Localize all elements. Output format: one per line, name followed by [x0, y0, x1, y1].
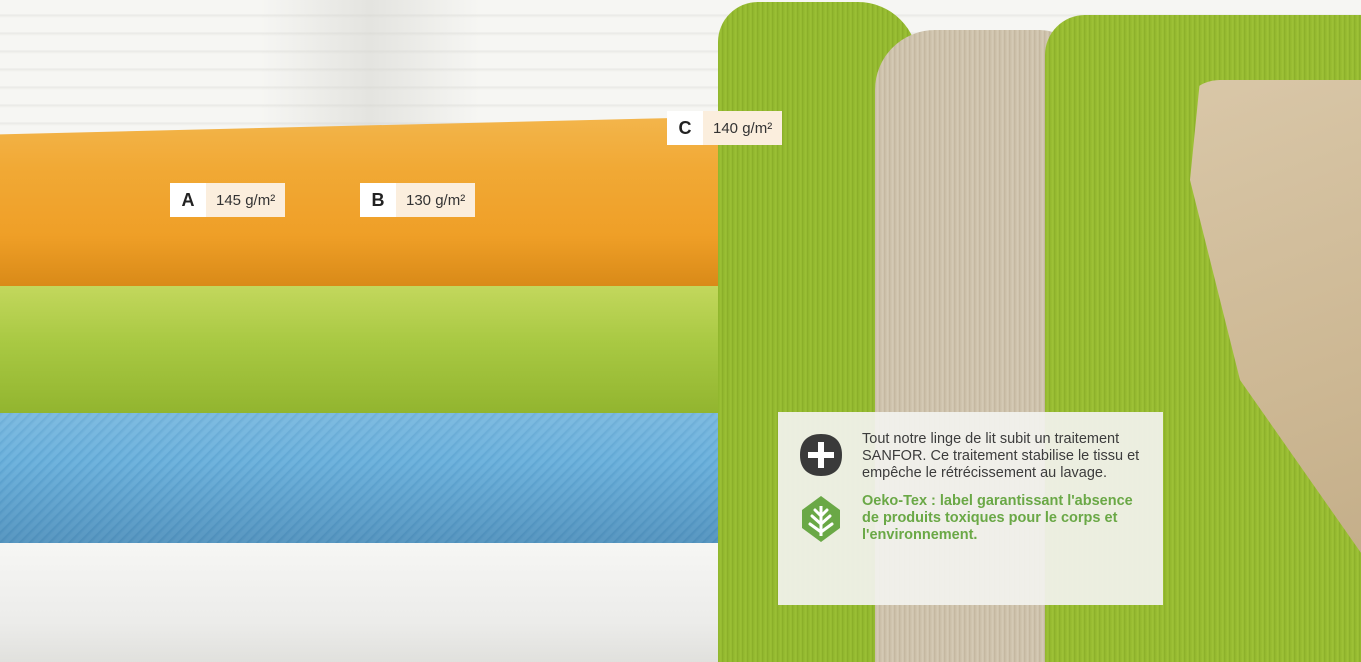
plus-circle-icon [798, 432, 844, 478]
weight-label-value: 130 g/m² [396, 183, 476, 217]
weight-label-value: 140 g/m² [703, 111, 783, 145]
sanfor-info: Tout notre linge de lit subit un traitem… [798, 431, 1143, 482]
weight-label-value: 145 g/m² [206, 183, 286, 217]
weight-label-letter: B [360, 183, 396, 217]
blue-fabric-fold [0, 408, 750, 543]
weight-label-b: B 130 g/m² [360, 183, 476, 217]
oekotex-info: Oeko-Tex : label garantissant l'absence … [798, 493, 1143, 544]
weight-label-c: C 140 g/m² [667, 111, 783, 145]
green-fabric-fold [0, 283, 750, 413]
weight-label-letter: C [667, 111, 703, 145]
sanfor-text: Tout notre linge de lit subit un traitem… [862, 431, 1140, 481]
weight-label-a: A 145 g/m² [170, 183, 286, 217]
white-fabric-fold [0, 538, 750, 662]
weight-label-letter: A [170, 183, 206, 217]
blinds-shadow [260, 0, 480, 140]
info-panel: Tout notre linge de lit subit un traitem… [778, 412, 1163, 605]
leaf-icon [798, 494, 844, 542]
oekotex-text: Oeko-Tex : label garantissant l'absence … [862, 493, 1133, 543]
